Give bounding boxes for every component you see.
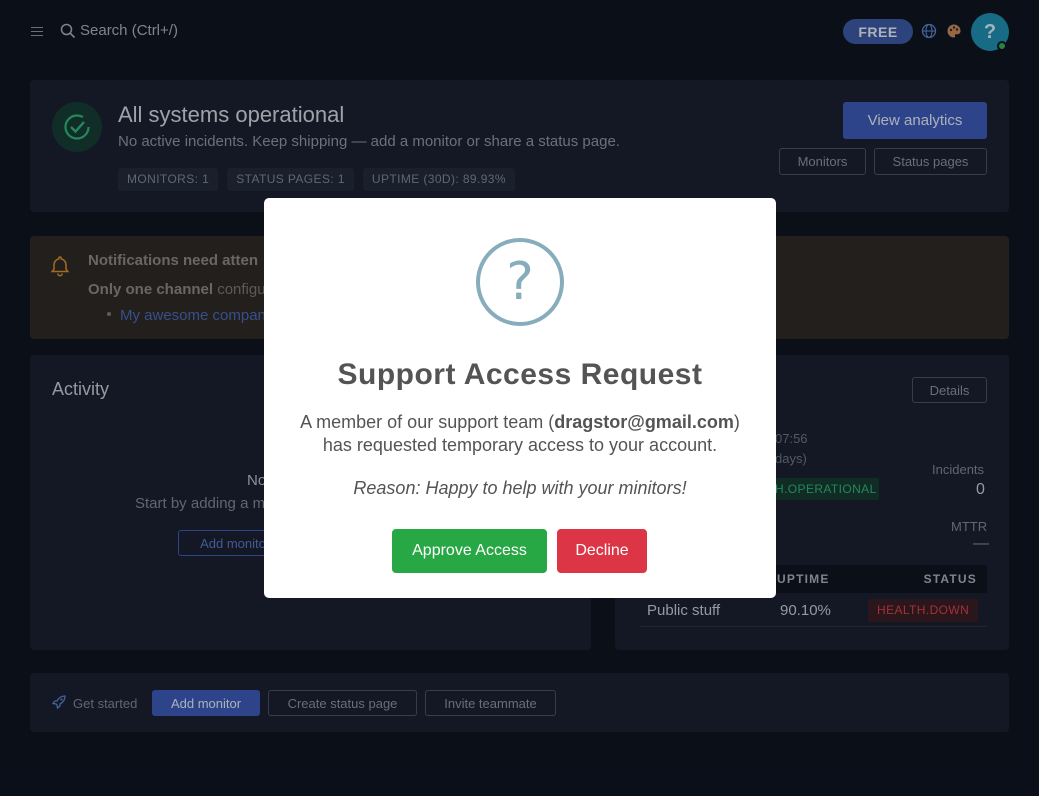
modal-message-start: A member of our support team ( — [300, 412, 555, 432]
modal-title: Support Access Request — [337, 358, 703, 391]
support-access-modal: ? Support Access Request A member of our… — [264, 198, 776, 598]
question-icon: ? — [476, 238, 564, 326]
decline-button[interactable]: Decline — [557, 529, 647, 573]
approve-access-button[interactable]: Approve Access — [392, 529, 547, 573]
modal-reason: Reason: Happy to help with your minitors… — [353, 478, 687, 498]
modal-message: A member of our support team (dragstor@g… — [284, 411, 756, 457]
support-email: dragstor@gmail.com — [554, 412, 734, 432]
